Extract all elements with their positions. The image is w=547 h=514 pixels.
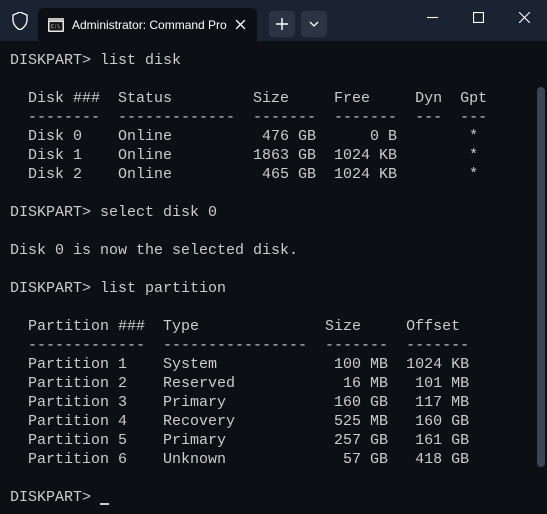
tab-title: Administrator: Command Pro bbox=[72, 18, 227, 32]
partition-row: Partition 5 Primary 257 GB 161 GB bbox=[10, 432, 469, 449]
partition-row: Partition 6 Unknown 57 GB 418 GB bbox=[10, 451, 469, 468]
cursor bbox=[100, 503, 109, 505]
terminal-output[interactable]: DISKPART> list disk Disk ### Status Size… bbox=[0, 41, 547, 514]
prompt: DISKPART> bbox=[10, 204, 91, 221]
partition-table-divider: ------------- ---------------- ------- -… bbox=[10, 337, 469, 354]
command-text: list disk bbox=[100, 52, 181, 69]
partition-row: Partition 3 Primary 160 GB 117 MB bbox=[10, 394, 469, 411]
close-button[interactable] bbox=[501, 0, 547, 34]
response-text: Disk 0 is now the selected disk. bbox=[10, 242, 298, 259]
disk-row: Disk 1 Online 1863 GB 1024 KB * bbox=[10, 147, 478, 164]
titlebar: C:\ Administrator: Command Pro bbox=[0, 0, 547, 41]
disk-row: Disk 0 Online 476 GB 0 B * bbox=[10, 128, 478, 145]
window-controls bbox=[409, 0, 547, 34]
partition-row: Partition 2 Reserved 16 MB 101 MB bbox=[10, 375, 469, 392]
partition-table-header: Partition ### Type Size Offset bbox=[10, 318, 460, 335]
svg-text:C:\: C:\ bbox=[51, 24, 60, 30]
prompt: DISKPART> bbox=[10, 280, 91, 297]
new-tab-button[interactable] bbox=[269, 11, 295, 37]
partition-row: Partition 1 System 100 MB 1024 KB bbox=[10, 356, 469, 373]
command-text: list partition bbox=[100, 280, 226, 297]
partition-row: Partition 4 Recovery 525 MB 160 GB bbox=[10, 413, 469, 430]
cmd-icon: C:\ bbox=[48, 17, 64, 33]
maximize-button[interactable] bbox=[455, 0, 501, 34]
shield-icon bbox=[10, 11, 30, 31]
disk-table-header: Disk ### Status Size Free Dyn Gpt bbox=[10, 90, 487, 107]
prompt: DISKPART> bbox=[10, 489, 91, 506]
command-text: select disk 0 bbox=[100, 204, 217, 221]
minimize-button[interactable] bbox=[409, 0, 455, 34]
tab-dropdown-button[interactable] bbox=[301, 11, 327, 37]
scrollbar[interactable] bbox=[537, 41, 545, 514]
prompt: DISKPART> bbox=[10, 52, 91, 69]
disk-row: Disk 2 Online 465 GB 1024 KB * bbox=[10, 166, 478, 183]
scrollbar-thumb[interactable] bbox=[537, 87, 545, 467]
tab[interactable]: C:\ Administrator: Command Pro bbox=[38, 8, 257, 41]
disk-table-divider: -------- ------------- ------- ------- -… bbox=[10, 109, 487, 126]
tab-close-button[interactable] bbox=[227, 11, 255, 39]
